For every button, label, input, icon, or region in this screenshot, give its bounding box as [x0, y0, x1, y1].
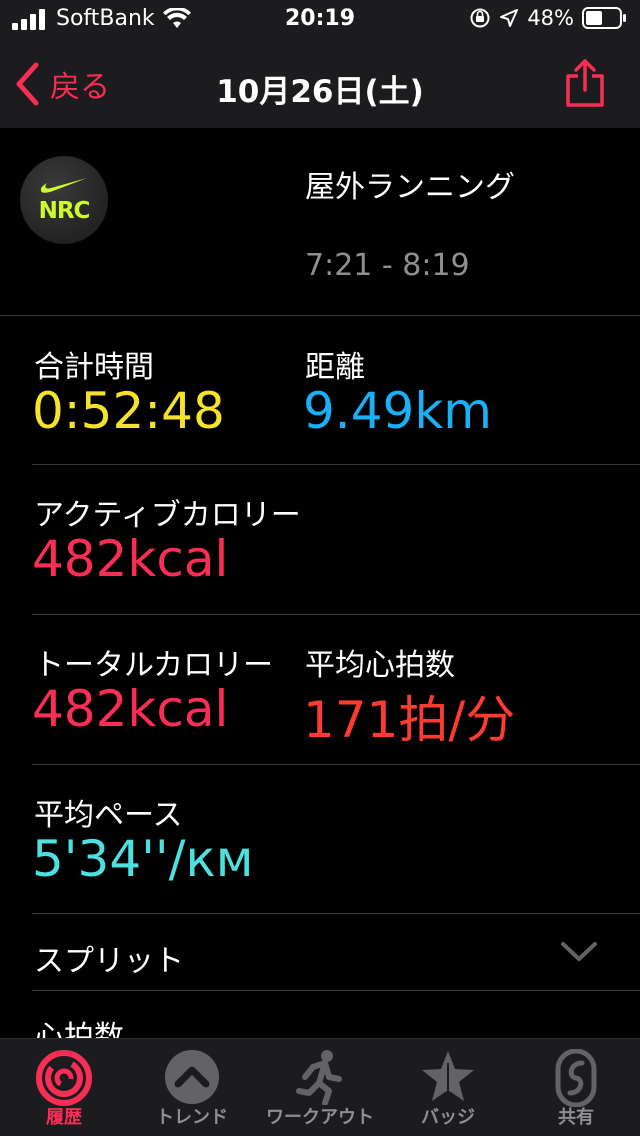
tab-label: 共有 — [558, 1107, 594, 1128]
divider — [32, 614, 640, 615]
total-calories-value: 482kcal — [32, 680, 229, 738]
tab-label: バッジ — [421, 1107, 475, 1128]
divider — [32, 764, 640, 765]
nrc-app-badge: NRC — [20, 156, 108, 244]
divider — [32, 913, 640, 914]
tab-label: ワークアウト — [266, 1107, 374, 1128]
avg-heart-rate-label: 平均心拍数 — [305, 648, 455, 683]
avg-pace-label: 平均ペース — [34, 798, 183, 833]
avg-pace-value: 5'34''/км — [32, 830, 254, 888]
runner-icon — [296, 1050, 342, 1105]
divider — [32, 990, 640, 991]
star-badge-icon — [422, 1051, 474, 1101]
active-calories-label: アクティブカロリー — [34, 498, 301, 533]
tab-bar: 履歴 トレンド ワークアウト バッジ 共有 — [0, 1038, 640, 1136]
active-calories-value: 482kcal — [32, 530, 229, 588]
battery-icon — [582, 7, 626, 29]
app-screen: SoftBank 20:19 48% 戻る 10月26日(土) NRC 屋外ラン… — [0, 0, 640, 1136]
location-arrow-icon — [500, 9, 519, 27]
nrc-badge-text: NRC — [38, 198, 91, 224]
page-title: 10月26日(土) — [216, 74, 424, 110]
workout-header: NRC 屋外ランニング 7:21 - 8:19 — [0, 128, 640, 316]
divider — [32, 464, 640, 465]
distance-label: 距離 — [305, 350, 365, 385]
total-calories-label: トータルカロリー — [34, 648, 274, 683]
trend-up-icon — [165, 1050, 219, 1104]
share-button[interactable] — [564, 58, 606, 112]
avg-heart-rate-value: 171拍/分 — [303, 691, 516, 749]
activity-rings-icon — [36, 1050, 92, 1106]
tab-label: トレンド — [156, 1107, 228, 1128]
share-icon — [566, 59, 604, 107]
tab-label: 履歴 — [46, 1107, 82, 1128]
tab-badges[interactable]: バッジ — [384, 1039, 512, 1136]
heart-rate-section-label: 心拍数 — [34, 1020, 124, 1038]
workout-type: 屋外ランニング — [305, 170, 515, 205]
workout-time-range: 7:21 - 8:19 — [305, 248, 470, 283]
swoosh-logo-icon — [40, 178, 87, 193]
tab-trends[interactable]: トレンド — [128, 1039, 256, 1136]
total-time-value: 0:52:48 — [32, 382, 225, 440]
splits-row[interactable]: スプリット — [0, 918, 640, 994]
navigation-bar: 戻る 10月26日(土) — [0, 40, 640, 128]
rotation-lock-icon — [470, 8, 490, 28]
status-bar: SoftBank 20:19 48% — [0, 0, 640, 40]
sharing-icon — [555, 1049, 597, 1107]
tab-history[interactable]: 履歴 — [0, 1039, 128, 1136]
battery-percent: 48% — [527, 6, 574, 30]
chevron-down-icon — [561, 942, 597, 961]
splits-label: スプリット — [34, 944, 184, 979]
tab-workouts[interactable]: ワークアウト — [256, 1039, 384, 1136]
total-time-label: 合計時間 — [34, 350, 154, 385]
workout-detail: NRC 屋外ランニング 7:21 - 8:19 合計時間 0:52:48 距離 … — [0, 128, 640, 1038]
tab-sharing[interactable]: 共有 — [512, 1039, 640, 1136]
status-right: 48% — [469, 6, 626, 30]
distance-value: 9.49km — [303, 382, 492, 440]
